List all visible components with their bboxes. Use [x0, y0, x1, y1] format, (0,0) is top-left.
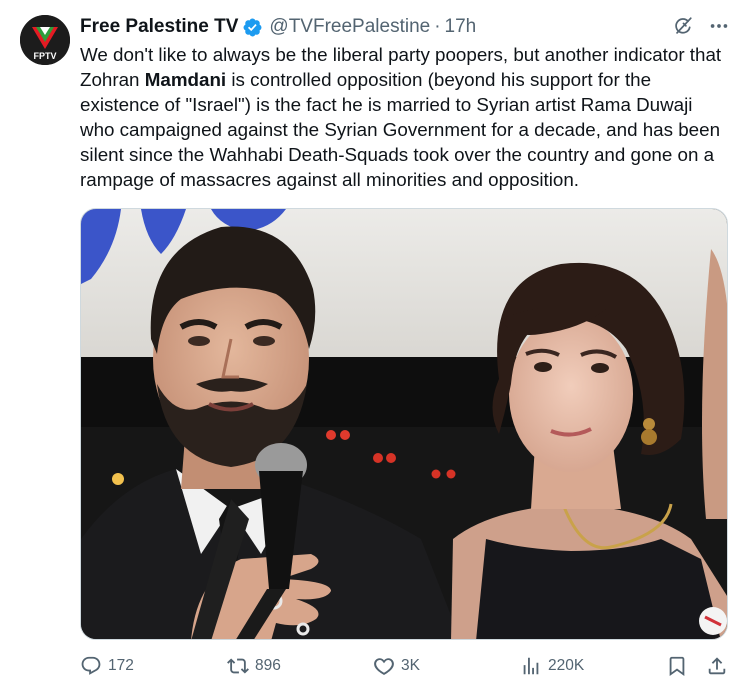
reply-count: 172 — [108, 657, 134, 674]
repost-count: 896 — [255, 657, 281, 674]
bookmark-button[interactable] — [666, 655, 688, 677]
heart-icon — [374, 658, 394, 675]
display-name[interactable]: Free Palestine TV — [80, 16, 238, 38]
bookmark-icon — [669, 656, 685, 677]
action-bar: 172 896 3K 220K — [80, 652, 728, 682]
handle[interactable]: @TVFreePalestine — [269, 16, 430, 38]
share-button[interactable] — [706, 655, 728, 677]
share-icon — [708, 657, 726, 675]
verified-badge-icon[interactable] — [242, 17, 263, 38]
repost-button[interactable]: 896 — [227, 655, 281, 677]
views-button[interactable]: 220K — [520, 655, 584, 677]
tweet-text: We don't like to always be the liberal p… — [80, 42, 730, 192]
reply-icon — [81, 656, 101, 675]
like-button[interactable]: 3K — [373, 655, 420, 677]
grok-icon[interactable] — [672, 15, 694, 37]
reply-button[interactable]: 172 — [80, 655, 134, 677]
views-count: 220K — [548, 657, 585, 674]
tweet-card[interactable]: FPTV Free Palestine TV @TVFreePalestine … — [0, 0, 748, 695]
avatar[interactable]: FPTV — [20, 15, 70, 65]
tweet-text-bold: Mamdani — [144, 69, 227, 90]
timestamp[interactable]: 17h — [445, 16, 477, 38]
separator-dot: · — [434, 16, 441, 37]
tweet-header: Free Palestine TV @TVFreePalestine · 17h — [80, 14, 476, 40]
top-actions — [672, 15, 730, 37]
tweet-photo[interactable] — [80, 208, 728, 640]
repost-icon — [227, 658, 249, 674]
more-icon[interactable] — [708, 15, 730, 37]
like-count: 3K — [401, 657, 420, 674]
avatar-text: FPTV — [33, 51, 56, 61]
views-icon — [523, 657, 539, 675]
